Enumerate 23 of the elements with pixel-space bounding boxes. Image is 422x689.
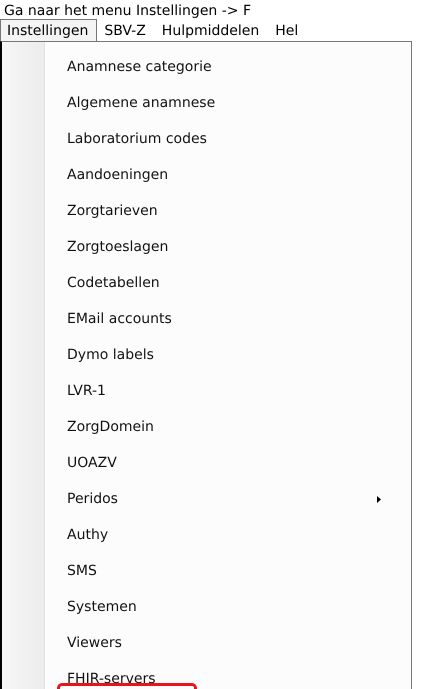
menu-item[interactable]: Anamnese categorie bbox=[45, 49, 411, 85]
menu-item[interactable]: UOAZV bbox=[45, 445, 411, 481]
menu-item[interactable]: Zorgtarieven bbox=[45, 193, 411, 229]
menu-item[interactable]: Peridos bbox=[45, 481, 411, 517]
menu-bar-item[interactable]: Instellingen bbox=[0, 19, 98, 41]
menu-item[interactable]: Dymo labels bbox=[45, 337, 411, 373]
menu-item[interactable]: Algemene anamnese bbox=[45, 85, 411, 121]
menu-item[interactable]: Authy bbox=[45, 517, 411, 553]
menu-item[interactable]: Viewers bbox=[45, 625, 411, 661]
menu-item[interactable]: Laboratorium codes bbox=[45, 121, 411, 157]
menu-bar-item[interactable]: Hel bbox=[268, 19, 308, 41]
menu-item[interactable]: ZorgDomein bbox=[45, 409, 411, 445]
caption-text: Ga naar het menu Instellingen -> F bbox=[3, 6, 252, 16]
menu-bar-item[interactable]: Hulpmiddelen bbox=[154, 19, 268, 41]
menu-item[interactable]: LVR-1 bbox=[45, 373, 411, 409]
menu-item[interactable]: EMail accounts bbox=[45, 301, 411, 337]
menu-item[interactable]: SMS bbox=[45, 553, 411, 589]
menu-bar-item[interactable]: SBV-Z bbox=[97, 19, 155, 41]
menu-item[interactable]: Systemen bbox=[45, 589, 411, 625]
menu-item[interactable]: Codetabellen bbox=[45, 265, 411, 301]
menu-item[interactable]: Zorgtoeslagen bbox=[45, 229, 411, 265]
menu-item[interactable]: FHIR-servers bbox=[45, 661, 411, 689]
menu-item[interactable]: Aandoeningen bbox=[45, 157, 411, 193]
